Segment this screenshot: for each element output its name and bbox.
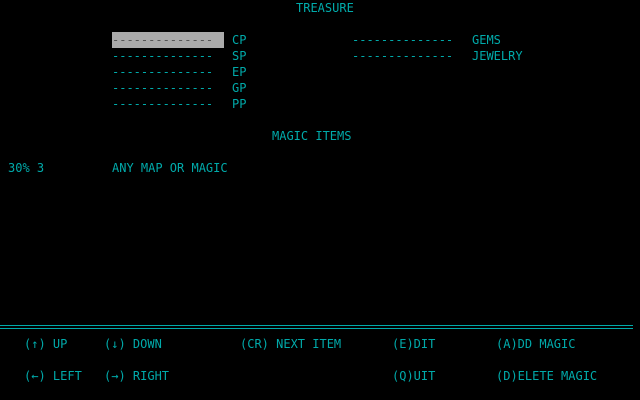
divider-line-top [0,325,633,326]
command-add-magic[interactable]: (A)DD MAGIC [496,336,575,352]
coin-label-cp: CP [232,33,247,47]
gems-label: GEMS [472,33,501,47]
coin-label-gp: GP [232,81,247,95]
command-left[interactable]: (←) LEFT [24,368,82,384]
coin-label-pp: PP [232,97,247,111]
page-title: TREASURE [296,1,354,15]
magic-items-heading: MAGIC ITEMS [272,129,352,143]
command-delete-magic[interactable]: (D)ELETE MAGIC [496,368,597,384]
jewelry-field[interactable]: -------------- [352,48,464,64]
command-down[interactable]: (↓) DOWN [104,336,162,352]
coin-field-sp[interactable]: -------------- [112,48,224,64]
command-quit[interactable]: (Q)UIT [392,368,435,384]
magic-item-description: ANY MAP OR MAGIC [112,161,228,175]
divider-line-bottom [0,328,633,329]
command-right[interactable]: (→) RIGHT [104,368,169,384]
command-next-item[interactable]: (CR) NEXT ITEM [240,336,341,352]
command-edit[interactable]: (E)DIT [392,336,435,352]
coin-label-ep: EP [232,65,247,79]
coin-field-cp[interactable]: -------------- [112,32,224,48]
coin-field-ep[interactable]: -------------- [112,64,224,80]
magic-item-chance: 30% 3 [8,161,45,175]
jewelry-label: JEWELRY [472,49,523,63]
coin-label-sp: SP [232,49,247,63]
coin-field-pp[interactable]: -------------- [112,96,224,112]
gems-field[interactable]: -------------- [352,32,464,48]
command-up[interactable]: (↑) UP [24,336,67,352]
coin-field-gp[interactable]: -------------- [112,80,224,96]
